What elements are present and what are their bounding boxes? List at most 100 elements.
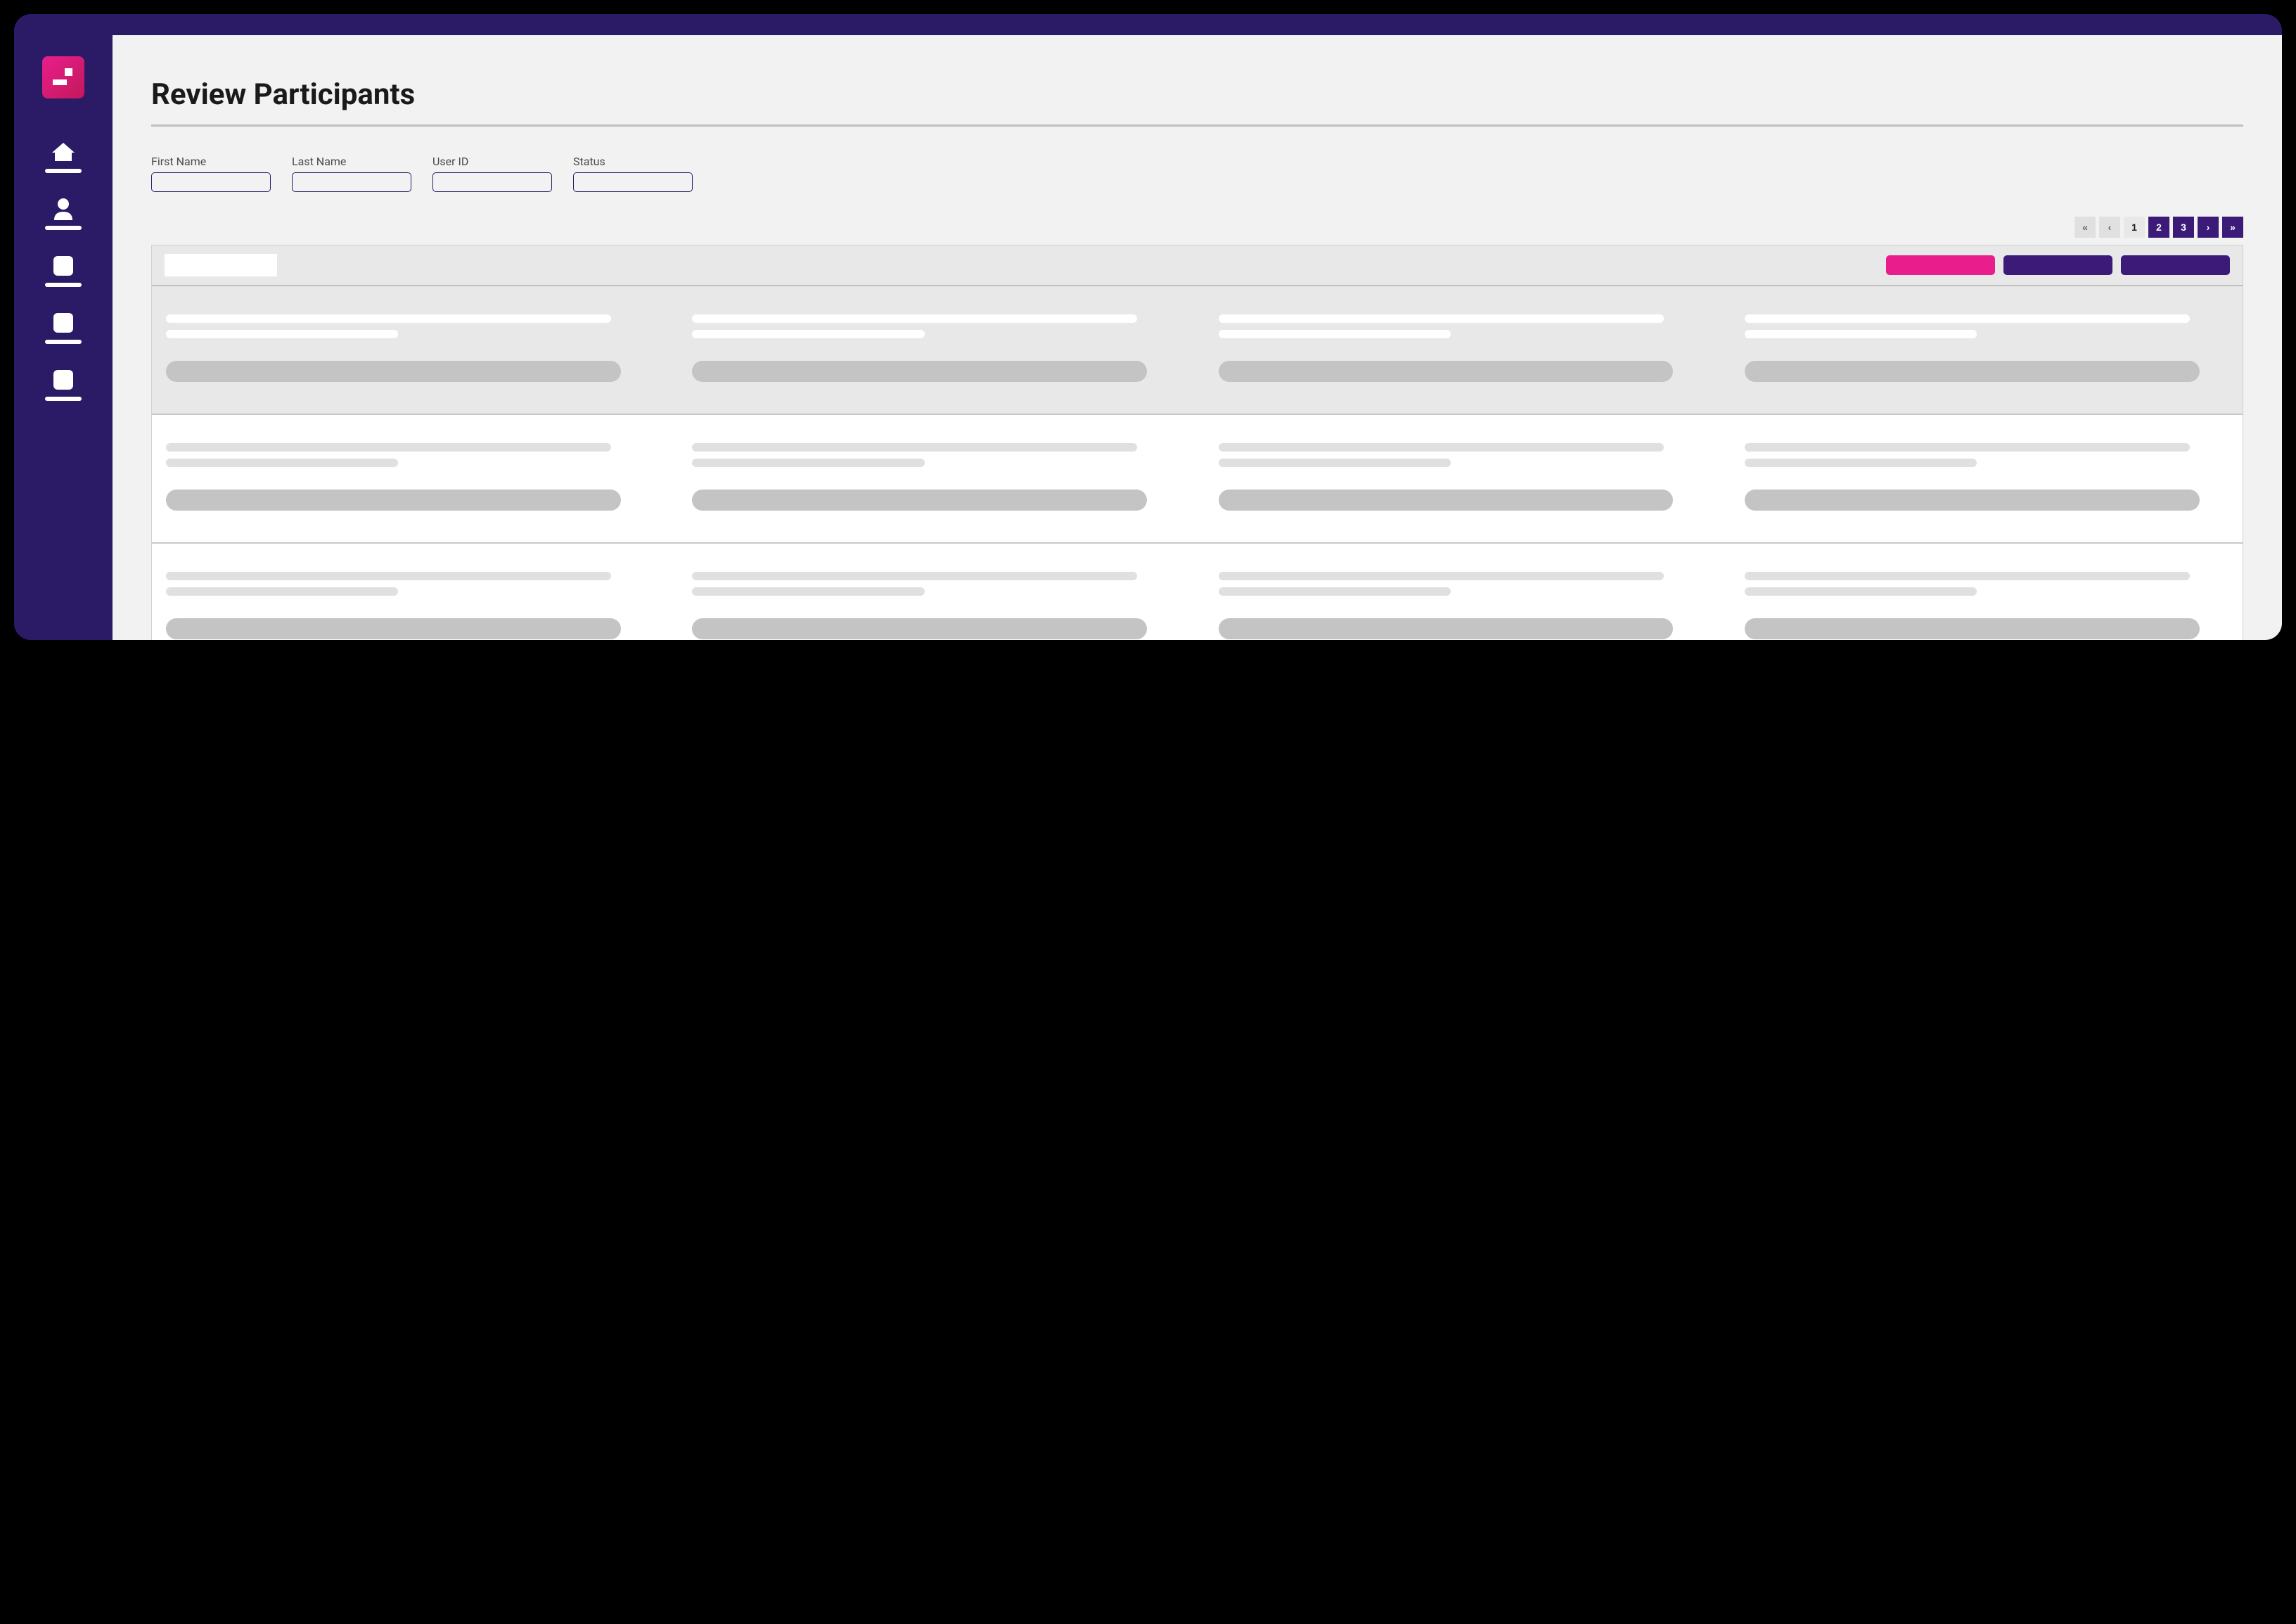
skeleton-line (692, 443, 1137, 452)
skeleton-button (1745, 361, 2200, 382)
skeleton-button (166, 361, 621, 382)
skeleton-line (1745, 587, 1977, 596)
skeleton-line (1219, 314, 1664, 323)
grid-row (152, 544, 2243, 640)
page-prev-button[interactable]: ‹ (2099, 217, 2120, 238)
chevron-double-left-icon: « (2082, 222, 2088, 233)
page-next-button[interactable]: › (2198, 217, 2219, 238)
user-icon (51, 198, 76, 220)
nav-underline (45, 169, 82, 173)
grid-row (152, 286, 2243, 415)
header-action-2[interactable] (2003, 255, 2112, 275)
grid-card (166, 572, 650, 639)
chevron-right-icon: › (2207, 222, 2210, 233)
grid-card (692, 572, 1176, 639)
chevron-left-icon: ‹ (2108, 222, 2112, 233)
skeleton-line (1219, 587, 1451, 596)
filter-label: First Name (151, 155, 271, 168)
skeleton-line (1745, 459, 1977, 467)
logo-icon (53, 67, 74, 88)
skeleton-line (1745, 314, 2190, 323)
skeleton-button (1745, 618, 2200, 639)
skeleton-line (692, 314, 1137, 323)
filter-label: Last Name (292, 155, 411, 168)
skeleton-line (692, 572, 1137, 580)
content-panel (151, 245, 2243, 640)
skeleton-line (166, 587, 398, 596)
page-title: Review Participants (151, 77, 2243, 112)
square-icon (51, 255, 76, 277)
skeleton-line (1219, 572, 1664, 580)
header-action-primary[interactable] (1886, 255, 1995, 275)
pagination: « ‹ 1 2 3 › » (151, 217, 2243, 238)
page-last-button[interactable]: » (2222, 217, 2243, 238)
skeleton-button (166, 618, 621, 639)
skeleton-line (1219, 330, 1451, 338)
grid-card (166, 314, 650, 382)
nav-underline (45, 397, 82, 401)
filter-last-name: Last Name (292, 155, 411, 192)
panel-search-input[interactable] (165, 254, 277, 276)
skeleton-button (1219, 361, 1674, 382)
panel-header (152, 245, 2243, 286)
page-3-button[interactable]: 3 (2173, 217, 2194, 238)
skeleton-line (1745, 330, 1977, 338)
home-icon (51, 141, 76, 163)
skeleton-button (692, 490, 1147, 511)
skeleton-button (1219, 490, 1674, 511)
filter-label: User ID (432, 155, 552, 168)
skeleton-line (1219, 443, 1664, 452)
skeleton-line (166, 443, 611, 452)
page-1-button[interactable]: 1 (2124, 217, 2145, 238)
grid-card (1745, 572, 2228, 639)
skeleton-button (1219, 618, 1674, 639)
grid-card (1745, 443, 2228, 511)
chevron-double-right-icon: » (2230, 222, 2236, 233)
nav-item-3[interactable] (45, 255, 82, 287)
skeleton-line (692, 587, 924, 596)
page-first-button[interactable]: « (2074, 217, 2096, 238)
last-name-input[interactable] (292, 172, 411, 192)
grid-card (1219, 572, 1702, 639)
filter-first-name: First Name (151, 155, 271, 192)
nav-underline (45, 283, 82, 287)
grid-card (166, 443, 650, 511)
grid-card (1219, 443, 1702, 511)
skeleton-button (1745, 490, 2200, 511)
sidebar (14, 14, 113, 640)
skeleton-line (166, 459, 398, 467)
grid-row (152, 415, 2243, 544)
app-logo[interactable] (42, 56, 84, 98)
user-id-input[interactable] (432, 172, 552, 192)
nav-item-5[interactable] (45, 369, 82, 401)
skeleton-button (166, 490, 621, 511)
skeleton-line (166, 572, 611, 580)
filter-user-id: User ID (432, 155, 552, 192)
page-2-button[interactable]: 2 (2148, 217, 2169, 238)
filters-row: First Name Last Name User ID Status (151, 155, 2243, 192)
header-action-3[interactable] (2121, 255, 2230, 275)
app-frame: Review Participants First Name Last Name… (14, 14, 2282, 640)
status-input[interactable] (573, 172, 693, 192)
skeleton-line (166, 314, 611, 323)
nav-underline (45, 226, 82, 230)
square-icon (51, 312, 76, 334)
square-icon (51, 369, 76, 391)
first-name-input[interactable] (151, 172, 271, 192)
grid-card (692, 314, 1176, 382)
grid-card (1745, 314, 2228, 382)
filter-label: Status (573, 155, 693, 168)
grid-card (1219, 314, 1702, 382)
skeleton-line (1745, 443, 2190, 452)
skeleton-line (1745, 572, 2190, 580)
nav-item-4[interactable] (45, 312, 82, 344)
skeleton-line (692, 330, 924, 338)
nav-home[interactable] (45, 141, 82, 173)
skeleton-button (692, 618, 1147, 639)
nav-underline (45, 340, 82, 344)
skeleton-line (692, 459, 924, 467)
grid-card (692, 443, 1176, 511)
title-divider (151, 124, 2243, 127)
skeleton-line (166, 330, 398, 338)
nav-user[interactable] (45, 198, 82, 230)
